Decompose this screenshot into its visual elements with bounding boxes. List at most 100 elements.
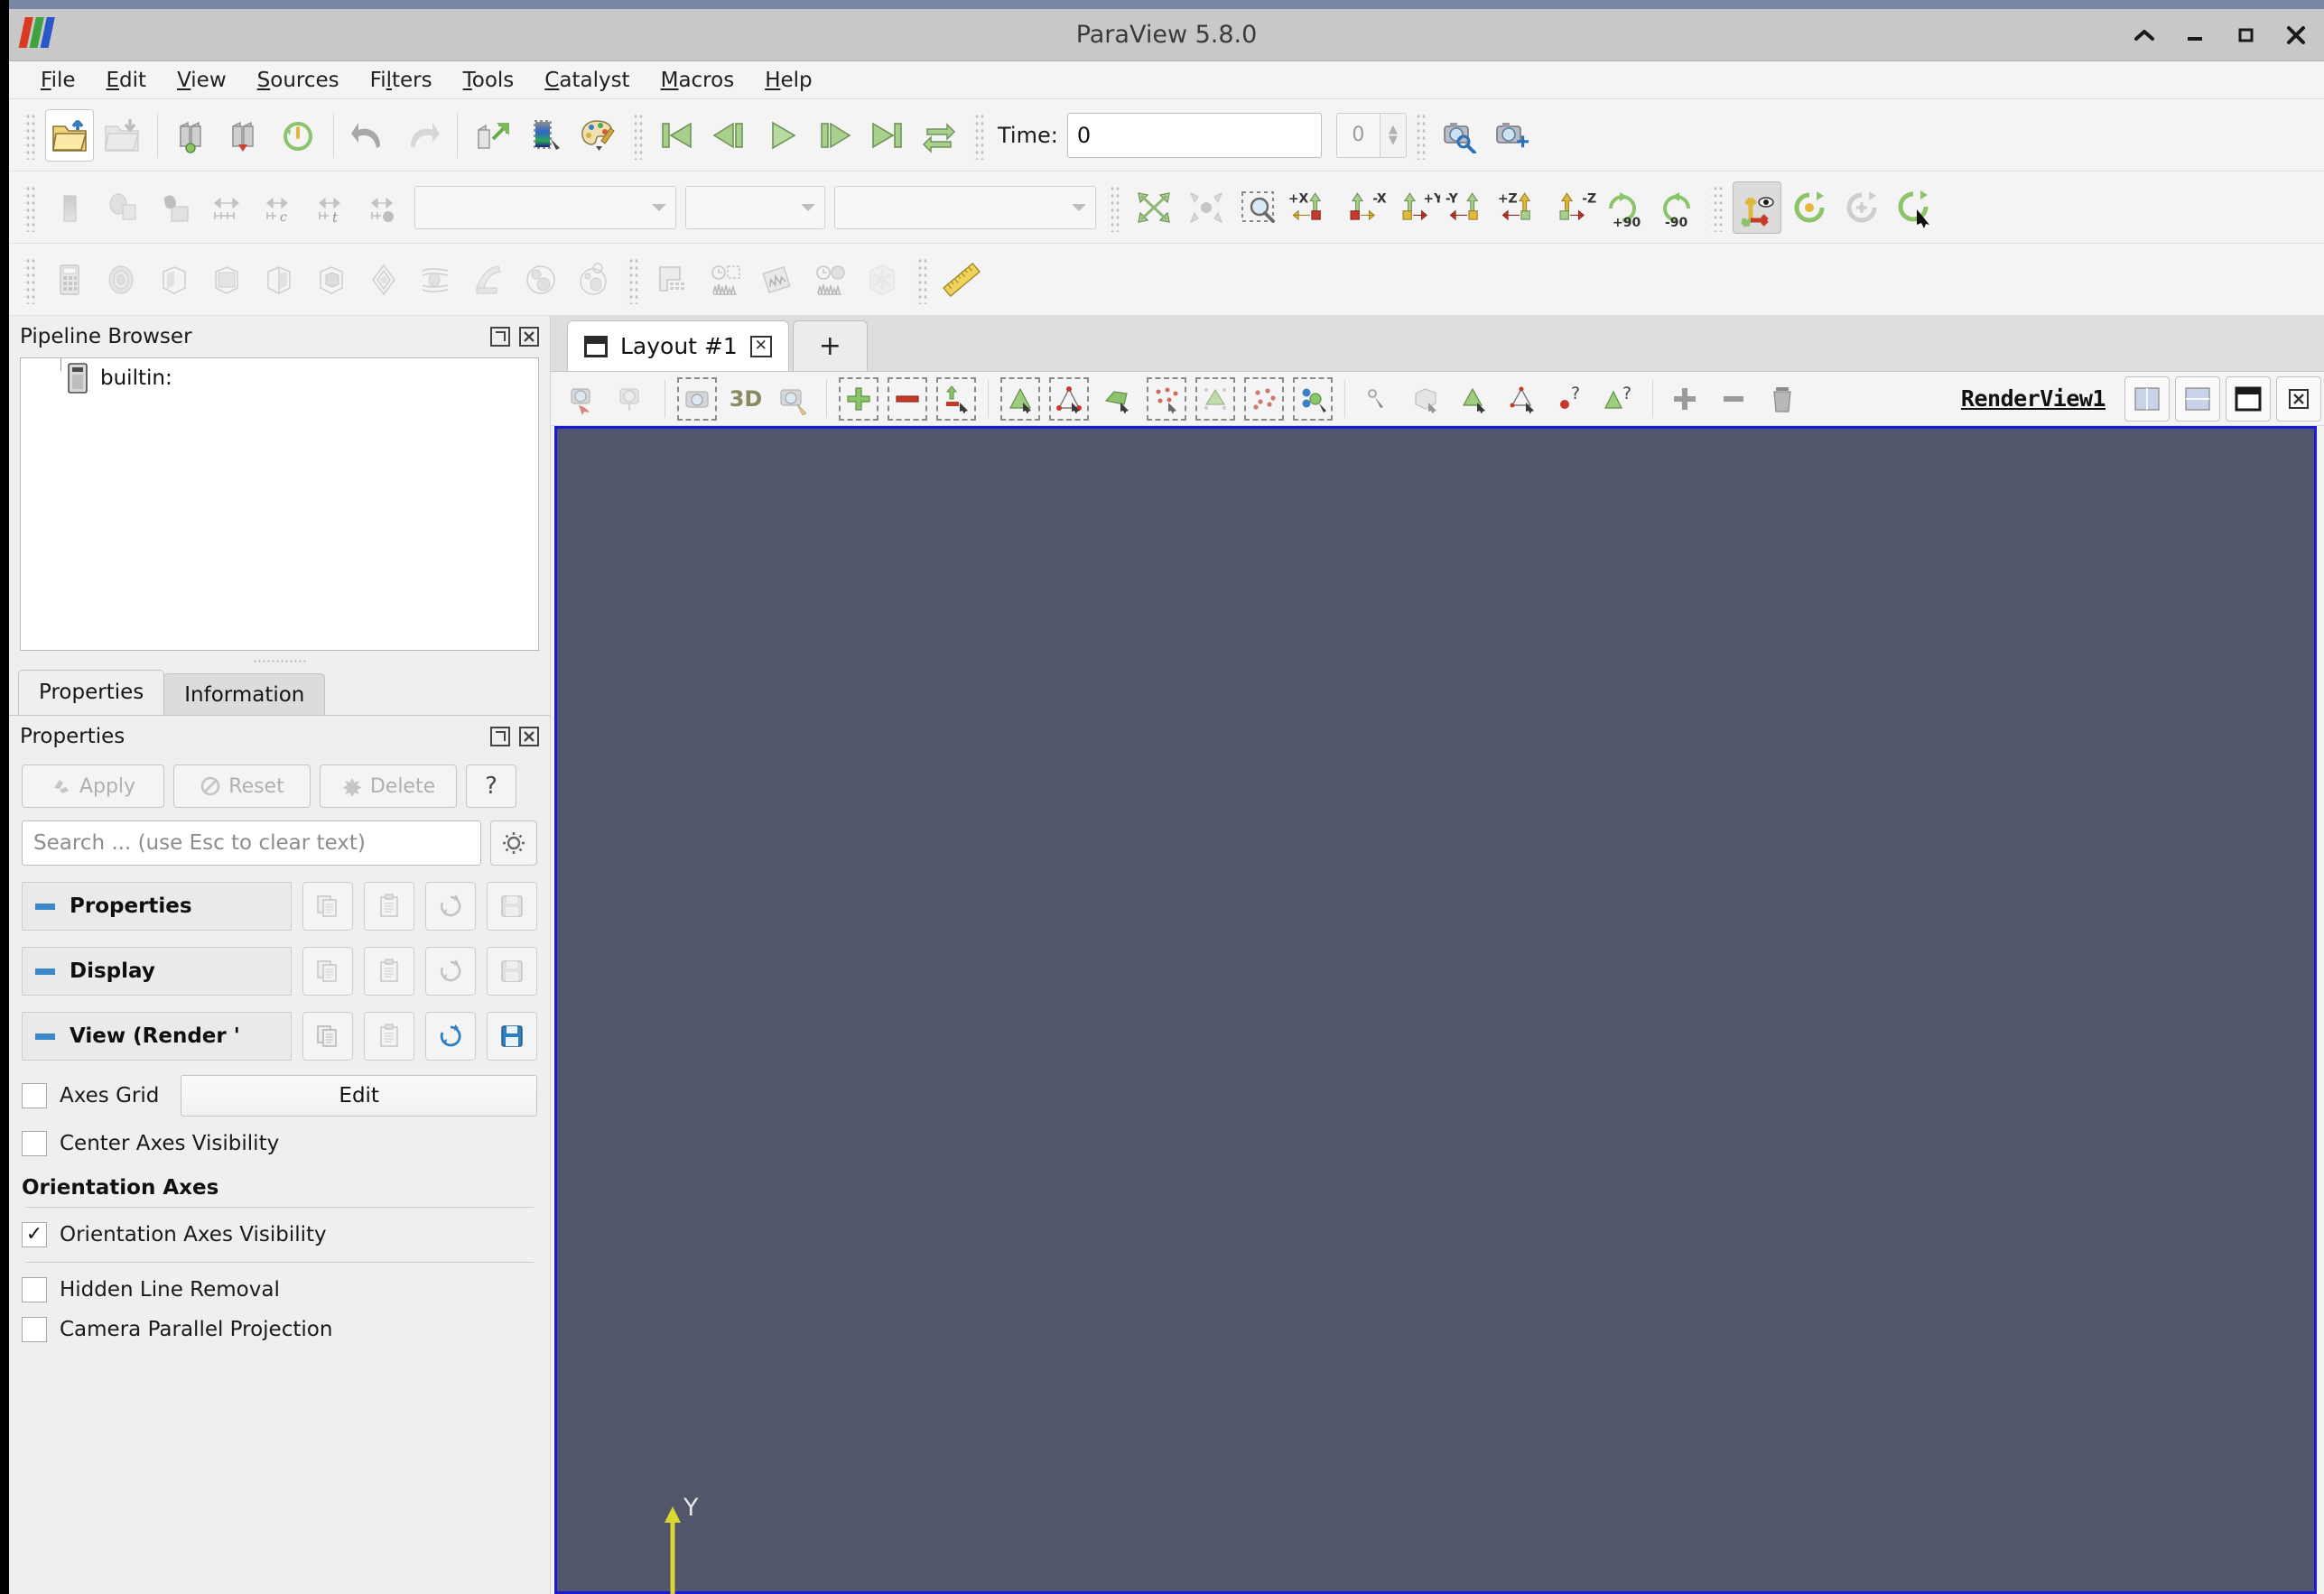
maximize-window-button[interactable] [2234, 22, 2257, 49]
select-frustum-cells-button[interactable] [1194, 375, 1237, 422]
toolbar-grip[interactable] [631, 110, 644, 160]
change-data-directory-button[interactable] [469, 109, 517, 162]
minimize-window-button[interactable] [2183, 22, 2207, 49]
reset-session-button[interactable] [274, 109, 322, 162]
rescale-to-custom-range-button[interactable] [202, 181, 251, 234]
menu-catalyst[interactable]: Catalyst [529, 61, 645, 99]
toolbar-grip[interactable] [23, 182, 36, 232]
extract-subset-filter-button[interactable] [307, 254, 356, 306]
disconnect-server-button[interactable] [221, 109, 270, 162]
camera-parallel-projection-checkbox[interactable] [22, 1317, 47, 1342]
adjust-camera-button[interactable] [1436, 109, 1484, 162]
add-selection-to-list-button[interactable] [1663, 375, 1706, 422]
glyph-filter-button[interactable] [359, 254, 408, 306]
save-as-defaults-button[interactable] [487, 882, 537, 931]
properties-search-input[interactable]: Search ... (use Esc to clear text) [22, 820, 481, 866]
plot-data-button[interactable] [753, 254, 802, 306]
rescale-to-visible-range-button[interactable]: t [307, 181, 356, 234]
toggle-advanced-properties-button[interactable] [490, 820, 537, 866]
pipeline-browser-list[interactable]: builtin: [20, 357, 539, 651]
interactive-select-points-button[interactable] [1355, 375, 1399, 422]
apply-button[interactable]: Apply [22, 765, 164, 808]
time-input[interactable]: 0 [1066, 112, 1322, 158]
surface-representation-button[interactable] [98, 181, 146, 234]
delete-button[interactable]: Delete [320, 765, 457, 808]
measurement-ruler-button[interactable] [937, 254, 986, 306]
menu-macros[interactable]: Macros [646, 61, 750, 99]
hidden-line-removal-checkbox[interactable] [22, 1277, 47, 1302]
color-palette-button[interactable] [573, 109, 622, 162]
paste-display-button[interactable] [364, 947, 414, 996]
select-points-with-polygon-button[interactable] [1047, 375, 1091, 422]
redo-button[interactable] [397, 109, 446, 162]
frame-index-input[interactable]: 0 [1335, 112, 1380, 158]
toggle-selection-button[interactable] [934, 375, 978, 422]
zoom-to-box-view-button[interactable] [773, 375, 816, 422]
stream-tracer-filter-button[interactable] [412, 254, 460, 306]
save-view-defaults-button[interactable] [487, 1012, 537, 1061]
set-view-direction-plus-x-button[interactable]: +X [1287, 181, 1335, 234]
first-frame-button[interactable] [653, 109, 702, 162]
set-view-direction-minus-y-button[interactable]: -Y [1444, 181, 1492, 234]
close-view-button[interactable] [2276, 375, 2321, 422]
rescale-to-temporal-range-button[interactable] [359, 181, 408, 234]
slice-filter-button[interactable] [202, 254, 251, 306]
menu-help[interactable]: Help [749, 61, 827, 99]
axes-grid-checkbox[interactable] [22, 1083, 47, 1108]
rotate-90-counterclockwise-button[interactable]: -90 [1653, 181, 1702, 234]
close-pipeline-browser-icon[interactable] [517, 325, 541, 348]
layout-tab-1[interactable]: Layout #1 ✕ [567, 320, 789, 371]
spreadsheet-view-button[interactable] [648, 254, 697, 306]
clip-filter-button[interactable] [150, 254, 199, 306]
menu-file[interactable]: File [25, 61, 91, 99]
hover-cells-on-button[interactable] [1404, 375, 1447, 422]
plot-selection-over-time-button[interactable] [805, 254, 854, 306]
help-button[interactable]: ? [466, 765, 516, 808]
center-axes-visibility-checkbox[interactable] [22, 1131, 47, 1156]
tab-properties[interactable]: Properties [18, 670, 165, 715]
warp-by-vector-filter-button[interactable] [464, 254, 513, 306]
restore-view-defaults-button[interactable] [425, 1012, 476, 1061]
connect-server-button[interactable] [169, 109, 218, 162]
reset-camera-closeup-button[interactable] [1890, 181, 1938, 234]
menu-edit[interactable]: Edit [91, 61, 163, 99]
select-surface-cells-button[interactable] [1096, 375, 1139, 422]
add-selection-button[interactable] [837, 375, 880, 422]
menu-view[interactable]: View [162, 61, 242, 99]
rescale-to-data-range-over-time-button[interactable]: c [255, 181, 303, 234]
solid-color-representation-button[interactable] [45, 181, 94, 234]
select-surface-points-button[interactable] [1145, 375, 1188, 422]
close-window-button[interactable] [2284, 22, 2308, 49]
orientation-axes-visibility-checkbox[interactable]: ✓ [22, 1222, 47, 1247]
set-view-direction-minus-z-button[interactable]: -Z [1548, 181, 1597, 234]
axes-grid-edit-button[interactable]: Edit [181, 1075, 537, 1117]
toolbar-grip[interactable] [1413, 110, 1427, 160]
paste-properties-button[interactable] [364, 882, 414, 931]
split-horizontal-button[interactable] [2124, 375, 2170, 422]
component-selector-combo[interactable] [685, 185, 825, 229]
edit-color-map-button[interactable] [521, 109, 570, 162]
select-frustum-points-button[interactable] [1242, 375, 1286, 422]
copy-properties-button[interactable] [302, 882, 353, 931]
select-blocks-button[interactable] [1291, 375, 1334, 422]
frame-index-spinner[interactable]: ▲ ▼ [1379, 112, 1407, 158]
reset-button[interactable]: Reset [173, 765, 311, 808]
interactive-select-points-on-button[interactable] [611, 375, 655, 422]
menu-tools[interactable]: Tools [448, 61, 530, 99]
previous-frame-button[interactable] [705, 109, 754, 162]
pipeline-item-builtin[interactable]: builtin: [21, 358, 538, 398]
threshold-filter-button[interactable] [255, 254, 303, 306]
subtract-selection-button[interactable] [886, 375, 929, 422]
set-view-direction-plus-z-button[interactable]: +Z [1496, 181, 1545, 234]
clear-selection-button[interactable] [1761, 375, 1804, 422]
select-cells-through-button[interactable] [675, 375, 719, 422]
calculator-filter-button[interactable] [45, 254, 94, 306]
next-frame-button[interactable] [810, 109, 859, 162]
contour-filter-button[interactable] [98, 254, 146, 306]
plot-selection-button[interactable]: ? [1599, 375, 1642, 422]
find-data-cells-button[interactable] [1501, 375, 1545, 422]
toolbar-grip[interactable] [23, 255, 36, 304]
set-view-direction-plus-y-button[interactable]: +Y [1391, 181, 1440, 234]
split-vertical-button[interactable] [2175, 375, 2220, 422]
loop-button[interactable] [915, 109, 963, 162]
